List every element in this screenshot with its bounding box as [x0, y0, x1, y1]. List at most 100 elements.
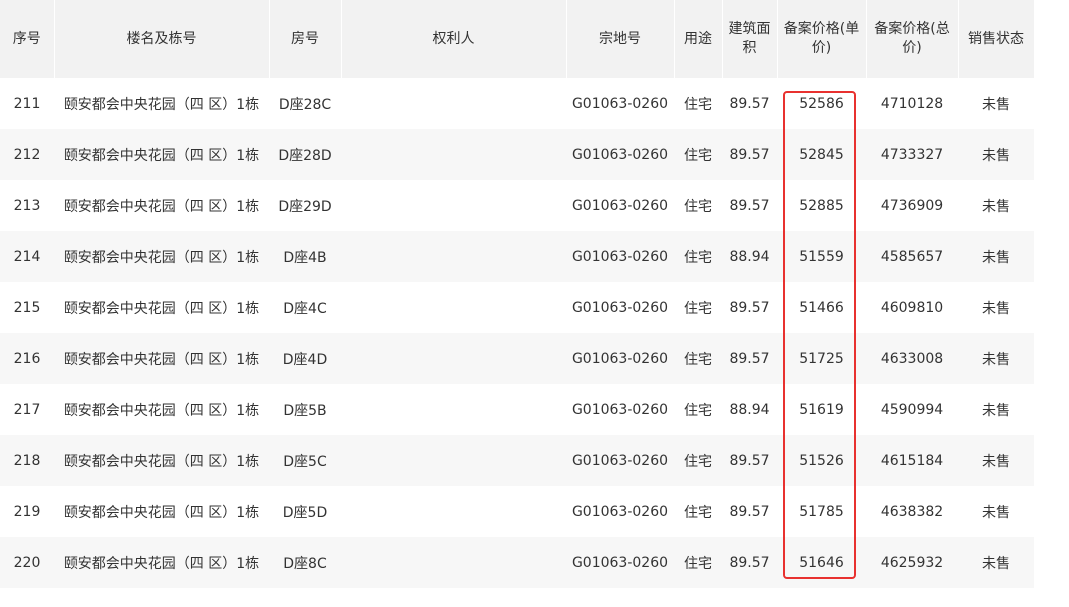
cell-parcel: G01063-0260 — [566, 333, 674, 384]
cell-owner — [341, 435, 566, 486]
table-row: 211 颐安都会中央花园（四 区）1栋 D座28C G01063-0260 住宅 89.5… — [0, 78, 1034, 129]
table-row: 218 颐安都会中央花园（四 区）1栋 D座5C G01063-0260 住宅 89.57… — [0, 435, 1034, 486]
cell-owner — [341, 78, 566, 129]
table-row: 216 颐安都会中央花园（四 区）1栋 D座4D G01063-0260 住宅 89.57… — [0, 333, 1034, 384]
cell-room: D座4C — [269, 282, 341, 333]
header-unit-price: 备案价格(单价) — [777, 0, 867, 78]
cell-room: D座5B — [269, 384, 341, 435]
cell-sales-status: 未售 — [958, 231, 1034, 282]
cell-room: D座8C — [269, 537, 341, 588]
cell-total-price: 4609810 — [866, 282, 958, 333]
cell-owner — [341, 333, 566, 384]
cell-building: 颐安都会中央花园（四 区）1栋 — [54, 78, 269, 129]
cell-total-price: 4590994 — [866, 384, 958, 435]
header-total-price: 备案价格(总价) — [866, 0, 959, 78]
cell-area: 89.57 — [722, 78, 777, 129]
cell-room: D座5D — [269, 486, 341, 537]
cell-seq: 219 — [0, 486, 54, 537]
header-usage: 用途 — [674, 0, 723, 78]
table-row: 212 颐安都会中央花园（四 区）1栋 D座28D G01063-0260 住宅 89.5… — [0, 129, 1034, 180]
cell-room: D座5C — [269, 435, 341, 486]
header-building: 楼名及栋号 — [54, 0, 270, 78]
cell-seq: 213 — [0, 180, 54, 231]
cell-parcel: G01063-0260 — [566, 78, 674, 129]
cell-owner — [341, 180, 566, 231]
cell-building: 颐安都会中央花园（四 区）1栋 — [54, 180, 269, 231]
cell-area: 89.57 — [722, 333, 777, 384]
cell-area: 89.57 — [722, 486, 777, 537]
cell-unit-price: 51526 — [777, 435, 866, 486]
cell-unit-price: 51559 — [777, 231, 866, 282]
cell-area: 89.57 — [722, 537, 777, 588]
cell-owner — [341, 384, 566, 435]
cell-parcel: G01063-0260 — [566, 537, 674, 588]
cell-unit-price: 52885 — [777, 180, 866, 231]
cell-area: 89.57 — [722, 180, 777, 231]
cell-sales-status: 未售 — [958, 129, 1034, 180]
cell-seq: 220 — [0, 537, 54, 588]
cell-sales-status: 未售 — [958, 180, 1034, 231]
cell-usage: 住宅 — [674, 435, 722, 486]
cell-room: D座4B — [269, 231, 341, 282]
table-header-row: 序号 楼名及栋号 房号 权利人 宗地号 用途 建筑面积 备案价格(单价) 备案价… — [0, 0, 1035, 78]
cell-area: 89.57 — [722, 435, 777, 486]
cell-unit-price: 52586 — [777, 78, 866, 129]
cell-unit-price: 51785 — [777, 486, 866, 537]
cell-room: D座28D — [269, 129, 341, 180]
cell-sales-status: 未售 — [958, 384, 1034, 435]
cell-seq: 215 — [0, 282, 54, 333]
cell-building: 颐安都会中央花园（四 区）1栋 — [54, 231, 269, 282]
cell-seq: 211 — [0, 78, 54, 129]
cell-parcel: G01063-0260 — [566, 282, 674, 333]
cell-usage: 住宅 — [674, 78, 722, 129]
cell-sales-status: 未售 — [958, 78, 1034, 129]
cell-sales-status: 未售 — [958, 333, 1034, 384]
cell-area: 89.57 — [722, 129, 777, 180]
cell-room: D座29D — [269, 180, 341, 231]
cell-usage: 住宅 — [674, 333, 722, 384]
cell-building: 颐安都会中央花园（四 区）1栋 — [54, 384, 269, 435]
header-seq: 序号 — [0, 0, 55, 78]
cell-sales-status: 未售 — [958, 282, 1034, 333]
housing-record-table: 序号 楼名及栋号 房号 权利人 宗地号 用途 建筑面积 备案价格(单价) 备案价… — [0, 0, 1035, 588]
header-owner: 权利人 — [341, 0, 567, 78]
table-row: 217 颐安都会中央花园（四 区）1栋 D座5B G01063-0260 住宅 88.94… — [0, 384, 1034, 435]
cell-building: 颐安都会中央花园（四 区）1栋 — [54, 435, 269, 486]
cell-usage: 住宅 — [674, 537, 722, 588]
cell-seq: 212 — [0, 129, 54, 180]
cell-unit-price: 51646 — [777, 537, 866, 588]
cell-parcel: G01063-0260 — [566, 129, 674, 180]
cell-room: D座4D — [269, 333, 341, 384]
table-row: 215 颐安都会中央花园（四 区）1栋 D座4C G01063-0260 住宅 89.57… — [0, 282, 1034, 333]
cell-seq: 214 — [0, 231, 54, 282]
cell-owner — [341, 231, 566, 282]
cell-area: 88.94 — [722, 384, 777, 435]
cell-unit-price: 51725 — [777, 333, 866, 384]
cell-usage: 住宅 — [674, 129, 722, 180]
cell-owner — [341, 486, 566, 537]
header-area: 建筑面积 — [722, 0, 778, 78]
cell-parcel: G01063-0260 — [566, 486, 674, 537]
cell-total-price: 4633008 — [866, 333, 958, 384]
cell-building: 颐安都会中央花园（四 区）1栋 — [54, 282, 269, 333]
header-parcel: 宗地号 — [566, 0, 675, 78]
cell-seq: 217 — [0, 384, 54, 435]
cell-parcel: G01063-0260 — [566, 384, 674, 435]
cell-usage: 住宅 — [674, 486, 722, 537]
cell-unit-price: 52845 — [777, 129, 866, 180]
cell-unit-price: 51619 — [777, 384, 866, 435]
cell-building: 颐安都会中央花园（四 区）1栋 — [54, 129, 269, 180]
cell-seq: 218 — [0, 435, 54, 486]
cell-room: D座28C — [269, 78, 341, 129]
cell-usage: 住宅 — [674, 180, 722, 231]
cell-building: 颐安都会中央花园（四 区）1栋 — [54, 486, 269, 537]
cell-building: 颐安都会中央花园（四 区）1栋 — [54, 333, 269, 384]
cell-total-price: 4733327 — [866, 129, 958, 180]
cell-total-price: 4625932 — [866, 537, 958, 588]
cell-parcel: G01063-0260 — [566, 231, 674, 282]
cell-usage: 住宅 — [674, 231, 722, 282]
table-row: 219 颐安都会中央花园（四 区）1栋 D座5D G01063-0260 住宅 89.57… — [0, 486, 1034, 537]
cell-total-price: 4638382 — [866, 486, 958, 537]
cell-unit-price: 51466 — [777, 282, 866, 333]
cell-total-price: 4710128 — [866, 78, 958, 129]
